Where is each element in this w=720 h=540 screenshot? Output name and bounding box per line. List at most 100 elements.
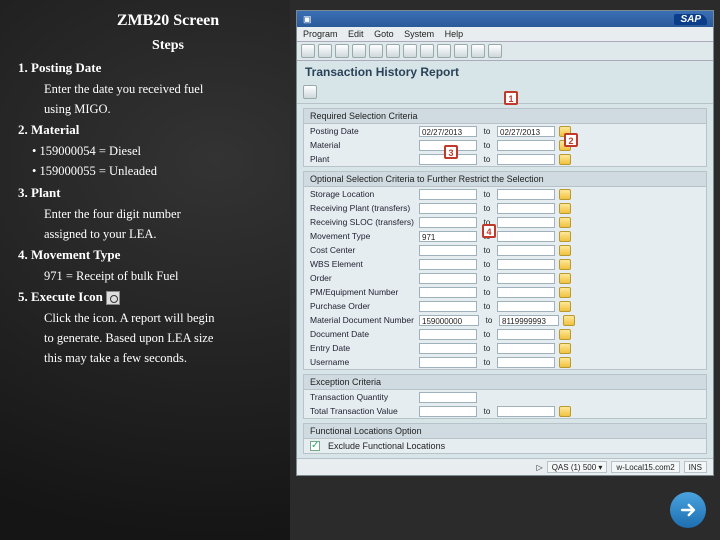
multi-select-button[interactable] — [559, 329, 571, 340]
label-rplant: Receiving Plant (transfers) — [310, 203, 415, 213]
multi-select-button[interactable] — [559, 343, 571, 354]
exception-criteria-panel: Exception Criteria Transaction Quantity … — [303, 374, 707, 419]
user-to[interactable] — [497, 357, 555, 368]
user-from[interactable] — [419, 357, 477, 368]
posting-date-from[interactable]: 02/27/2013 — [419, 126, 477, 137]
menu-help[interactable]: Help — [445, 29, 464, 39]
posting-date-to[interactable]: 02/27/2013 — [497, 126, 555, 137]
sap-statusbar: ▷ QAS (1) 500 ▾ w-Local15.com2 INS — [297, 458, 713, 475]
rsloc-to[interactable] — [497, 217, 555, 228]
matdoc-to[interactable]: 8119999993 — [499, 315, 559, 326]
docdate-from[interactable] — [419, 329, 477, 340]
steps-heading: Steps — [54, 38, 282, 54]
multi-select-button[interactable] — [559, 301, 571, 312]
sap-logo: SAP — [674, 14, 707, 25]
docdate-to[interactable] — [497, 329, 555, 340]
screen-title: ZMB20 Screen — [54, 12, 282, 30]
pmeq-from[interactable] — [419, 287, 477, 298]
entry-from[interactable] — [419, 343, 477, 354]
toolbar-button[interactable] — [369, 44, 383, 58]
toolbar-button[interactable] — [301, 44, 315, 58]
multi-select-button[interactable] — [559, 406, 571, 417]
toolbar-button[interactable] — [386, 44, 400, 58]
sloc-from[interactable] — [419, 189, 477, 200]
label-po: Purchase Order — [310, 301, 415, 311]
label-matdoc: Material Document Number — [310, 315, 415, 325]
to-label: to — [481, 141, 493, 150]
multi-select-button[interactable] — [559, 217, 571, 228]
po-from[interactable] — [419, 301, 477, 312]
rplant-from[interactable] — [419, 203, 477, 214]
toolbar-button[interactable] — [488, 44, 502, 58]
sloc-to[interactable] — [497, 189, 555, 200]
to-label: to — [481, 204, 493, 213]
optional-criteria-panel: Optional Selection Criteria to Further R… — [303, 171, 707, 370]
to-label: to — [481, 302, 493, 311]
menu-program[interactable]: Program — [303, 29, 338, 39]
status-host: w-Local15.com2 — [611, 461, 679, 473]
po-to[interactable] — [497, 301, 555, 312]
multi-select-button[interactable] — [563, 315, 575, 326]
toolbar-button[interactable] — [352, 44, 366, 58]
entry-to[interactable] — [497, 343, 555, 354]
rplant-to[interactable] — [497, 203, 555, 214]
rsloc-from[interactable] — [419, 217, 477, 228]
matdoc-from[interactable]: 159000000 — [419, 315, 479, 326]
multi-select-button[interactable] — [559, 245, 571, 256]
toolbar-button[interactable] — [471, 44, 485, 58]
multi-select-button[interactable] — [559, 273, 571, 284]
step-5-line3: this may take a few seconds. — [44, 349, 282, 367]
trv-to[interactable] — [497, 406, 555, 417]
to-label: to — [481, 330, 493, 339]
menu-edit[interactable]: Edit — [348, 29, 364, 39]
menu-system[interactable]: System — [404, 29, 434, 39]
next-slide-button[interactable] — [670, 492, 706, 528]
toolbar-button[interactable] — [420, 44, 434, 58]
to-label: to — [481, 358, 493, 367]
execute-button[interactable] — [303, 85, 317, 99]
toolbar-button[interactable] — [403, 44, 417, 58]
label-trq: Transaction Quantity — [310, 392, 415, 402]
toolbar-button[interactable] — [437, 44, 451, 58]
functional-locations-heading: Functional Locations Option — [304, 424, 706, 439]
multi-select-button[interactable] — [559, 231, 571, 242]
order-to[interactable] — [497, 273, 555, 284]
multi-select-button[interactable] — [559, 203, 571, 214]
step-5-text: 5. Execute Icon — [18, 289, 103, 304]
cc-from[interactable] — [419, 245, 477, 256]
trv-from[interactable] — [419, 406, 477, 417]
to-label: to — [483, 316, 495, 325]
toolbar-button[interactable] — [335, 44, 349, 58]
step-1-heading: 1. Posting Date — [18, 60, 282, 76]
trq-from[interactable] — [419, 392, 477, 403]
multi-select-button[interactable] — [559, 189, 571, 200]
material-to[interactable] — [497, 140, 555, 151]
wbs-to[interactable] — [497, 259, 555, 270]
sap-menubar[interactable]: Program Edit Goto System Help — [297, 27, 713, 42]
step-3-line1: Enter the four digit number — [44, 205, 282, 223]
multi-select-button[interactable] — [559, 287, 571, 298]
label-cc: Cost Center — [310, 245, 415, 255]
multi-select-button[interactable] — [559, 154, 571, 165]
mvt-to[interactable] — [497, 231, 555, 242]
menu-goto[interactable]: Goto — [374, 29, 394, 39]
multi-select-button[interactable] — [559, 357, 571, 368]
toolbar-button[interactable] — [318, 44, 332, 58]
exclude-fl-checkbox[interactable] — [310, 441, 320, 451]
toolbar-button[interactable] — [454, 44, 468, 58]
order-from[interactable] — [419, 273, 477, 284]
label-rsloc: Receiving SLOC (transfers) — [310, 217, 415, 227]
wbs-from[interactable] — [419, 259, 477, 270]
pmeq-to[interactable] — [497, 287, 555, 298]
label-mvt: Movement Type — [310, 231, 415, 241]
cc-to[interactable] — [497, 245, 555, 256]
label-wbs: WBS Element — [310, 259, 415, 269]
step-1-line2: using MIGO. — [44, 100, 282, 118]
step-2-bullet-diesel: • 159000054 = Diesel — [32, 142, 282, 160]
to-label: to — [481, 246, 493, 255]
label-user: Username — [310, 357, 415, 367]
callout-2: 2 — [564, 133, 578, 147]
multi-select-button[interactable] — [559, 259, 571, 270]
mvt-from[interactable]: 971 — [419, 231, 477, 242]
plant-to[interactable] — [497, 154, 555, 165]
